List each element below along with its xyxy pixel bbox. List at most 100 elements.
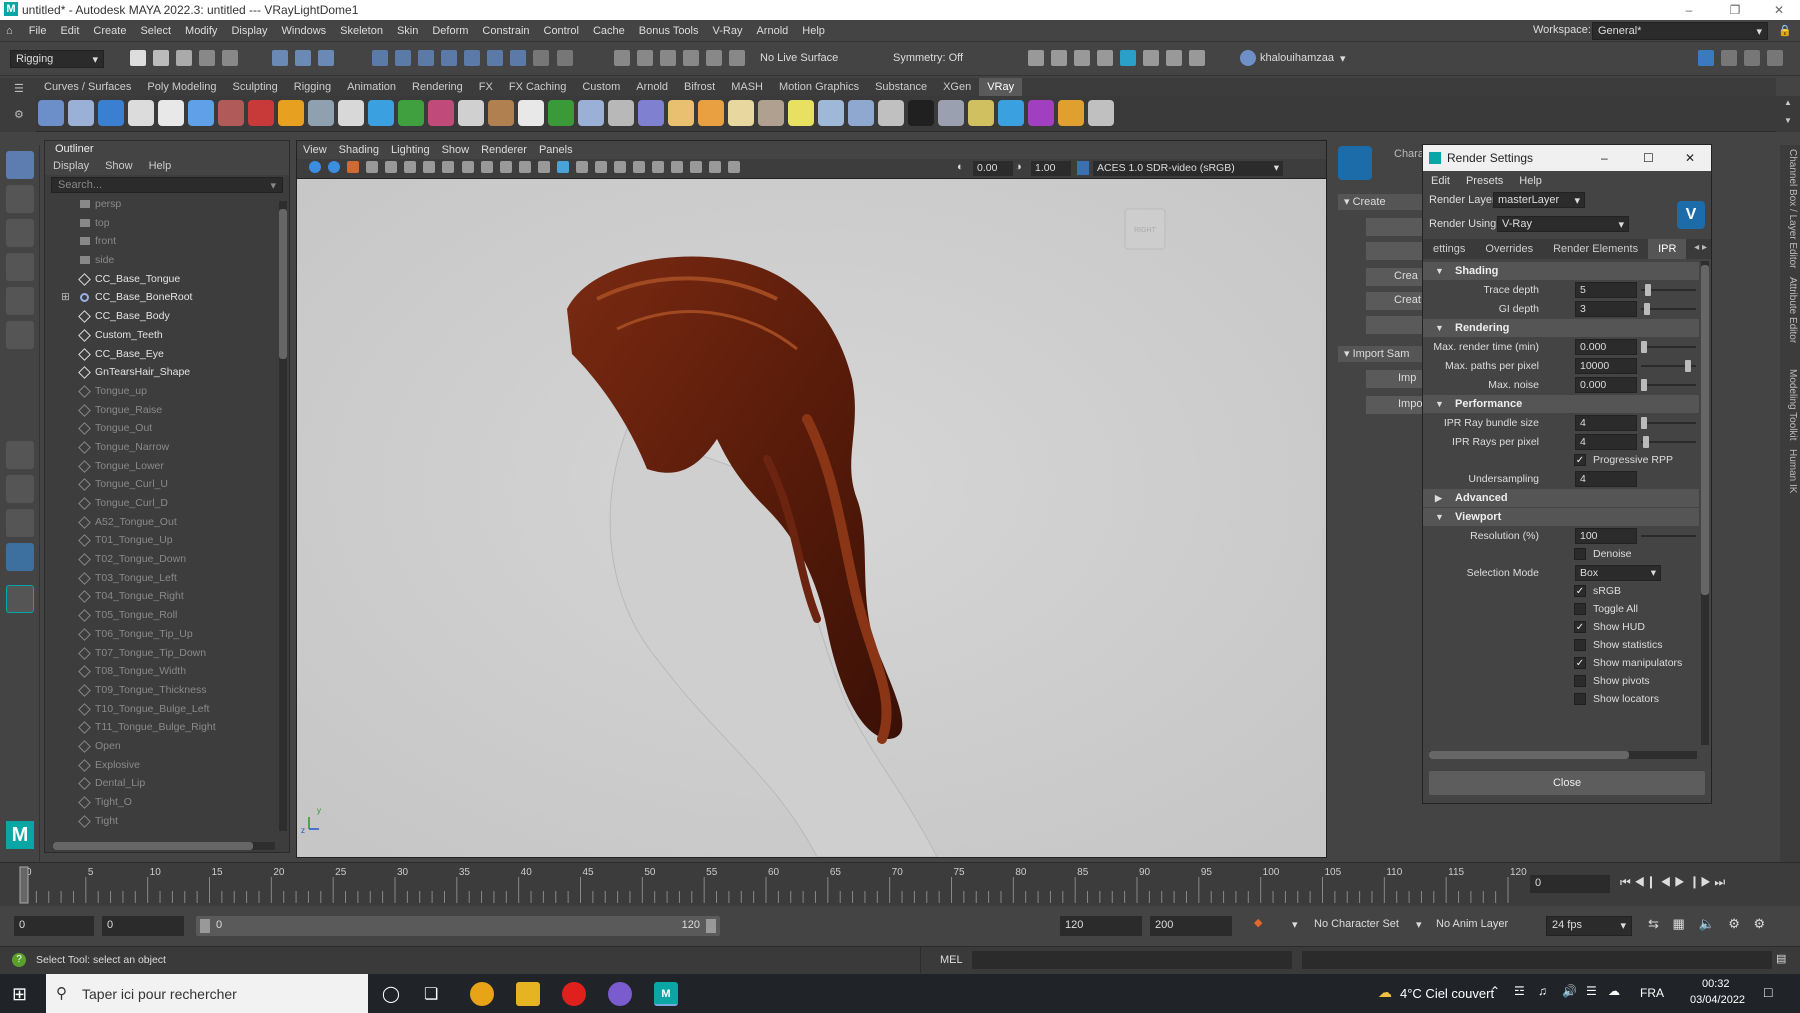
four-view-layout-icon[interactable] <box>6 475 34 503</box>
refresh-icon[interactable] <box>729 50 746 66</box>
shelf-tab-sculpting[interactable]: Sculpting <box>225 78 286 96</box>
menu-bonus-tools[interactable]: Bonus Tools <box>632 20 706 42</box>
minimize-icon[interactable]: – <box>1666 0 1712 20</box>
go-to-end-icon[interactable]: ⏭ <box>1714 875 1725 889</box>
close-button[interactable]: Close <box>1429 771 1705 795</box>
outliner-item[interactable]: Tongue_up <box>45 382 289 401</box>
grid-icon[interactable] <box>423 161 436 174</box>
motion-blur-icon[interactable] <box>671 161 684 174</box>
outliner-item[interactable]: Tongue_Out <box>45 419 289 438</box>
cortana-icon[interactable]: ◯ <box>382 984 400 1004</box>
outliner-item[interactable]: T03_Tongue_Left <box>45 569 289 588</box>
menu-skeleton[interactable]: Skeleton <box>333 20 390 42</box>
gamma-field[interactable]: 1.00 <box>1031 161 1071 176</box>
render-setup-icon[interactable] <box>1143 50 1160 66</box>
minimize-icon[interactable]: – <box>1601 145 1608 171</box>
save-scene-icon[interactable] <box>176 50 193 66</box>
side-tab-channel-box-layer-editor[interactable]: Channel Box / Layer Editor <box>1784 149 1798 269</box>
vray-ipr-icon[interactable] <box>68 100 94 126</box>
vray-denoise-icon[interactable] <box>938 100 964 126</box>
show-locators-checkbox[interactable]: Show locators <box>1423 690 1699 708</box>
shelf-tab-rendering[interactable]: Rendering <box>404 78 471 96</box>
viewport-menu-renderer[interactable]: Renderer <box>475 144 533 156</box>
outliner-item[interactable]: Custom_Teeth <box>45 326 289 345</box>
viewport-menu-view[interactable]: View <box>297 144 333 156</box>
outliner-item[interactable]: CC_Base_Tongue <box>45 270 289 289</box>
vray-lens-icon[interactable] <box>848 100 874 126</box>
shelf-tab-arnold[interactable]: Arnold <box>628 78 676 96</box>
outliner-item[interactable]: front <box>45 232 289 251</box>
outliner-item[interactable]: T08_Tongue_Width <box>45 662 289 681</box>
viewport-menu-show[interactable]: Show <box>436 144 476 156</box>
outliner-item[interactable]: Tight <box>45 812 289 831</box>
chevron-down-icon[interactable]: ▾ <box>270 179 276 192</box>
chevron-down-icon[interactable]: ▾ <box>1292 918 1298 931</box>
outliner-item[interactable]: side <box>45 251 289 270</box>
vray-blend-icon[interactable] <box>728 100 754 126</box>
side-tab-modeling-toolkit[interactable]: Modeling Toolkit <box>1784 369 1798 441</box>
animation-start-field[interactable]: 0 <box>14 916 94 936</box>
input-ops-icon[interactable] <box>614 50 630 66</box>
outliner-item[interactable]: Explosive <box>45 756 289 775</box>
anim-layer-dropdown[interactable]: No Anim Layer <box>1436 918 1508 930</box>
opera-icon[interactable] <box>562 982 586 1006</box>
clock-time[interactable]: 00:32 <box>1702 978 1730 990</box>
outliner-item[interactable]: T09_Tongue_Thickness <box>45 681 289 700</box>
network-icon[interactable]: ☲ <box>1514 984 1525 998</box>
outliner-item[interactable]: Dental_Lip <box>45 774 289 793</box>
clock-date[interactable]: 03/04/2022 <box>1690 994 1745 1006</box>
symmetry-label[interactable]: Symmetry: Off <box>893 52 963 64</box>
maximize-icon[interactable]: ☐ <box>1643 145 1654 171</box>
use-all-lights-icon[interactable] <box>614 161 626 174</box>
menu-display[interactable]: Display <box>224 20 274 42</box>
outliner-item[interactable]: Tongue_Curl_D <box>45 494 289 513</box>
volume-icon[interactable]: 🔊 <box>1562 984 1577 998</box>
preferences-icon[interactable]: ⚙ <box>1728 916 1740 931</box>
range-handle-right[interactable] <box>706 919 716 933</box>
user-name[interactable]: khalouihamzaa <box>1260 52 1334 64</box>
outliner-item[interactable]: T02_Tongue_Down <box>45 550 289 569</box>
show-pivots-checkbox[interactable]: Show pivots <box>1423 672 1699 690</box>
chevron-down-icon[interactable]: ▾ <box>1416 918 1422 931</box>
menu-cache[interactable]: Cache <box>586 20 632 42</box>
undo-icon[interactable] <box>199 50 216 66</box>
field-value[interactable]: 4 <box>1575 471 1637 487</box>
outliner-item[interactable]: T06_Tongue_Tip_Up <box>45 625 289 644</box>
vray-dome-light-icon[interactable] <box>188 100 214 126</box>
vray-misc-icon[interactable] <box>1088 100 1114 126</box>
vray-frame-buffer-icon[interactable] <box>98 100 124 126</box>
windows-start-icon[interactable]: ⊞ <box>12 984 27 1005</box>
microphone-icon[interactable]: ♫ <box>1538 984 1547 998</box>
render-settings-menu-help[interactable]: Help <box>1511 175 1550 187</box>
output-ops-icon[interactable] <box>637 50 654 66</box>
checkbox-box[interactable] <box>1574 675 1586 687</box>
live-surface-label[interactable]: No Live Surface <box>760 52 838 64</box>
snap-curve-icon[interactable] <box>395 50 412 66</box>
vray-mesh-icon[interactable] <box>308 100 334 126</box>
scale-tool-icon[interactable] <box>6 321 34 349</box>
menu-constrain[interactable]: Constrain <box>475 20 536 42</box>
render-current-icon[interactable] <box>1051 50 1068 66</box>
tab-scroll-icon[interactable]: ◂ ▸ <box>1694 242 1707 253</box>
character-set-dropdown[interactable]: No Character Set <box>1314 918 1399 930</box>
playback-options-icon[interactable]: ⚙ <box>1754 916 1766 931</box>
vray-material-icon[interactable] <box>368 100 394 126</box>
gamma-icon[interactable]: ◑ <box>1015 161 1022 173</box>
camera-select-icon[interactable] <box>309 161 321 174</box>
maya-taskbar-icon[interactable]: M <box>654 982 678 1006</box>
checkbox-box[interactable]: ✓ <box>1574 585 1586 597</box>
xray-icon[interactable] <box>728 161 741 174</box>
viewport-canvas[interactable]: RIGHT y z <box>297 179 1326 858</box>
open-scene-icon[interactable] <box>153 50 170 66</box>
script-editor-icon[interactable]: ▤ <box>1776 952 1786 965</box>
outliner-search-input[interactable]: Search... ▾ <box>51 177 283 193</box>
single-perspective-layout-icon[interactable] <box>6 441 34 469</box>
slider-knob[interactable] <box>1641 417 1647 429</box>
render-settings-scrollbar[interactable] <box>1701 261 1709 745</box>
range-slider[interactable]: 0 120 <box>196 916 720 936</box>
menu-select[interactable]: Select <box>133 20 178 42</box>
notification-icon[interactable]: □ <box>1764 984 1772 1000</box>
color-space-dropdown[interactable]: ACES 1.0 SDR-video (sRGB) ▾ <box>1093 161 1283 176</box>
menu-control[interactable]: Control <box>537 20 586 42</box>
shelf-tab-fx-caching[interactable]: FX Caching <box>501 78 574 96</box>
